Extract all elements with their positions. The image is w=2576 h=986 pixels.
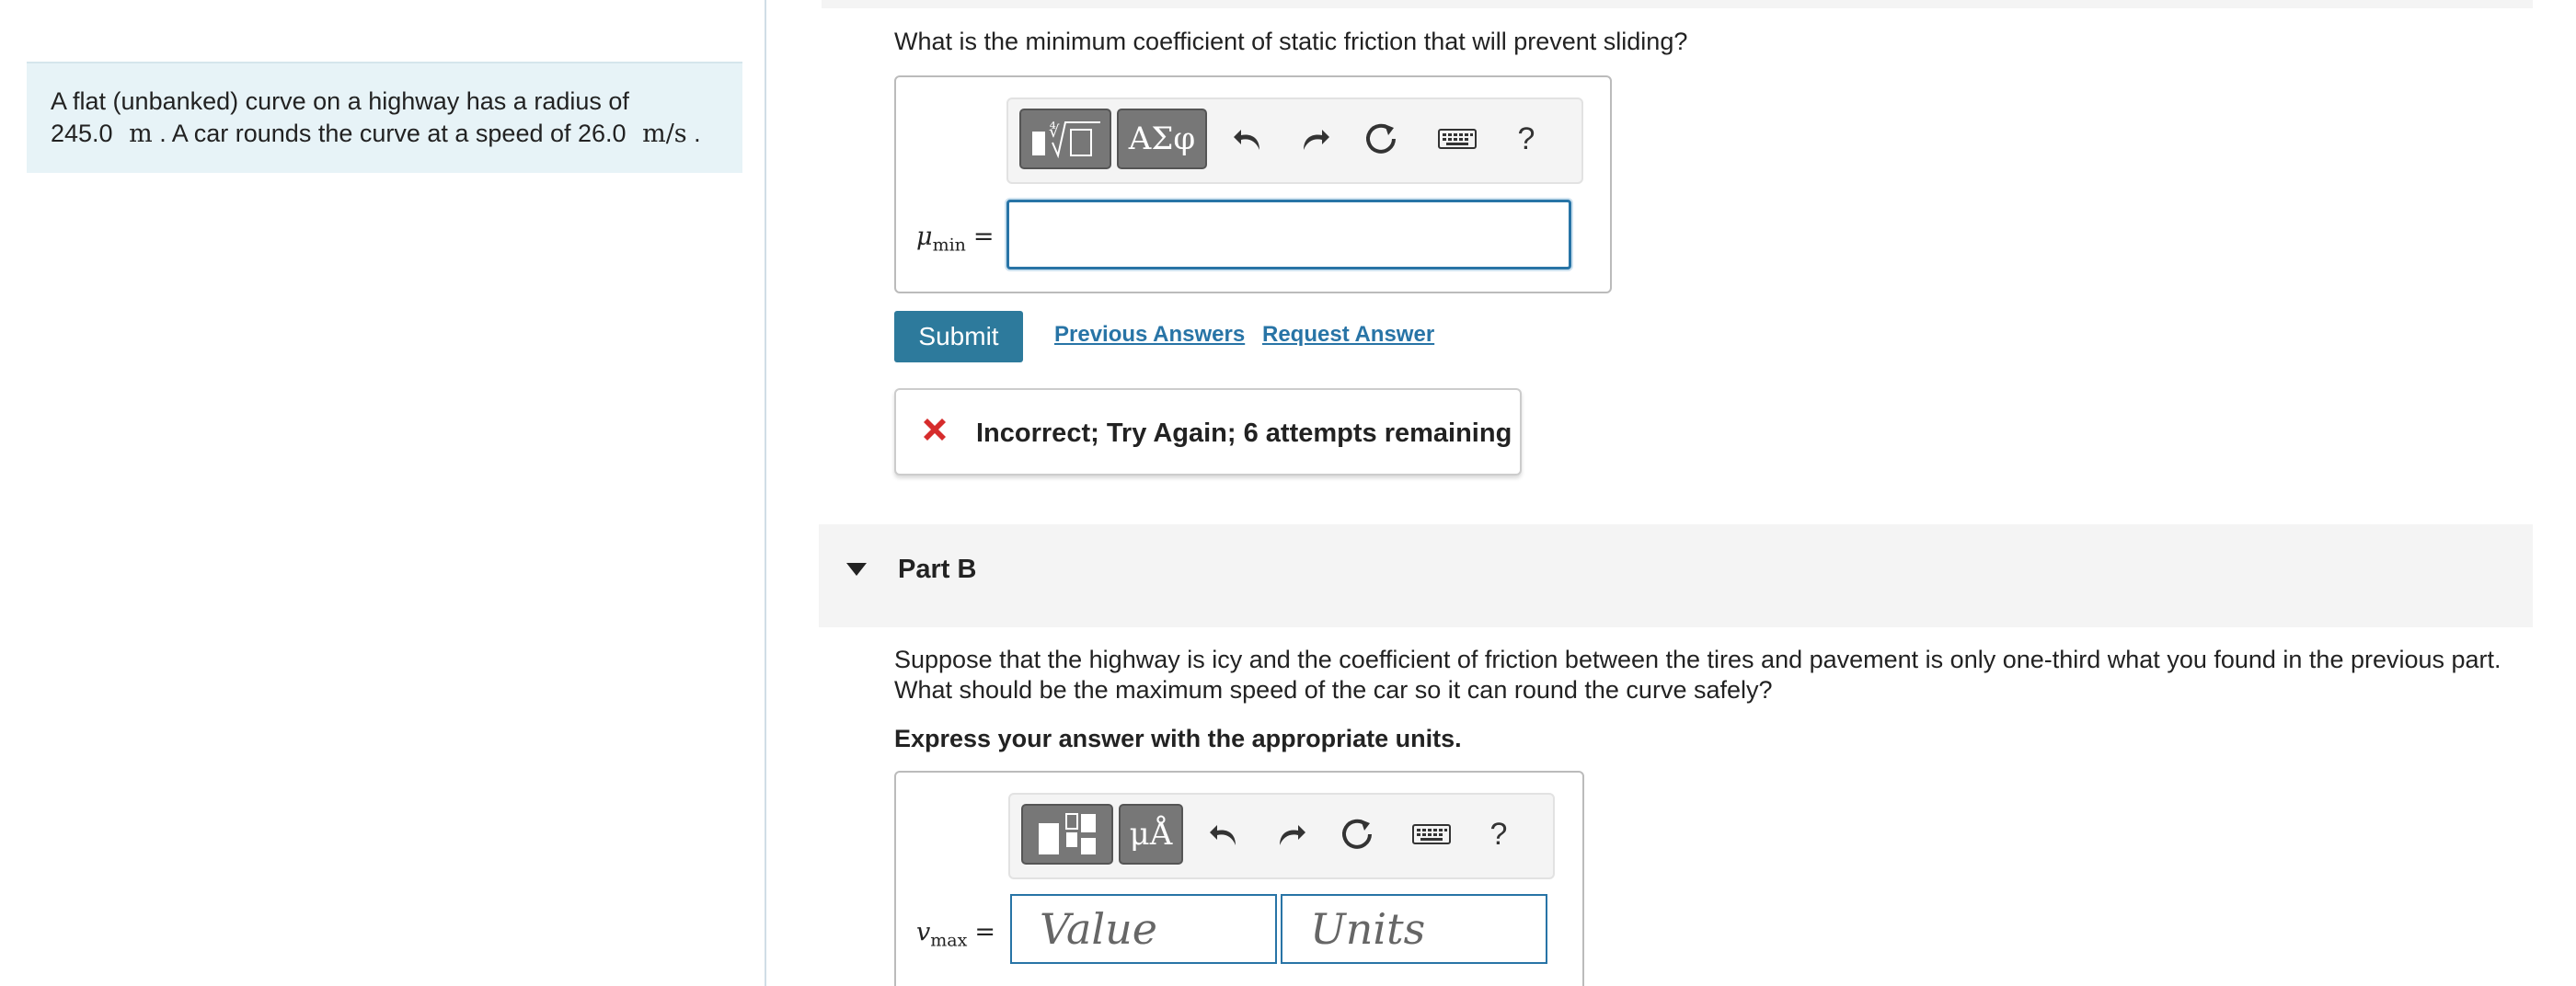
reset-icon[interactable] [1334, 808, 1380, 861]
problem-line2: . A car rounds the curve at a speed of [159, 120, 571, 147]
greek-symbols-label: ΑΣφ [1128, 120, 1196, 157]
equals-sign: = [974, 918, 995, 946]
undo-icon[interactable] [1202, 808, 1248, 861]
radius-value: 245.0 [51, 120, 113, 147]
speed-value: 26.0 [578, 120, 627, 147]
part-b-header[interactable]: Part B [819, 524, 2533, 627]
templates-button[interactable]: ∜ [1019, 109, 1111, 169]
problem-line1: A flat (unbanked) curve on a highway has… [51, 87, 629, 115]
v-subscript: max [930, 930, 968, 951]
v-max-label: vmax = [916, 918, 995, 950]
templates-icon: ∜ [1032, 121, 1100, 159]
help-label: ? [1489, 816, 1508, 852]
request-answer-link[interactable]: Request Answer [1262, 322, 1434, 348]
problem-line2-end: . [694, 120, 701, 147]
redo-icon[interactable] [1268, 808, 1314, 861]
part-b-answer-box: μÅ ? vmax = [894, 771, 1584, 986]
svg-text:∜: ∜ [1049, 121, 1060, 142]
feedback-message: Incorrect; Try Again; 6 attempts remaini… [976, 418, 1512, 448]
redo-icon[interactable] [1292, 112, 1338, 166]
units-button[interactable]: μÅ [1119, 804, 1183, 865]
part-a-toolbar: ∜ ΑΣφ ? [1006, 97, 1583, 184]
part-b-question: Suppose that the highway is icy and the … [894, 646, 2501, 704]
problem-pane: A flat (unbanked) curve on a highway has… [0, 0, 766, 986]
speed-unit: m/s [642, 120, 687, 148]
v-symbol: v [916, 918, 931, 946]
previous-answers-link[interactable]: Previous Answers [1054, 322, 1245, 348]
undo-icon[interactable] [1225, 112, 1271, 166]
keyboard-icon[interactable] [1404, 808, 1459, 861]
incorrect-icon [924, 418, 946, 441]
feedback-box: Incorrect; Try Again; 6 attempts remaini… [894, 388, 1522, 476]
part-b-toolbar: μÅ ? [1008, 793, 1555, 879]
help-button[interactable]: ? [1503, 112, 1549, 166]
reset-icon[interactable] [1358, 112, 1404, 166]
equals-sign: = [972, 223, 995, 251]
radius-unit: m [129, 120, 153, 148]
part-a-question: What is the minimum coefficient of stati… [894, 28, 1688, 55]
part-b-title: Part B [898, 555, 977, 584]
mu-subscript: min [932, 235, 966, 256]
units-input[interactable] [1281, 894, 1547, 964]
caret-down-icon [846, 563, 867, 576]
part-a-answer-box: ∜ ΑΣφ ? μmin = [894, 75, 1612, 293]
greek-symbols-button[interactable]: ΑΣφ [1117, 109, 1207, 169]
mu-symbol: μ [916, 223, 933, 251]
help-label: ? [1517, 120, 1535, 156]
value-input[interactable] [1010, 894, 1277, 964]
templates-button[interactable] [1021, 804, 1113, 865]
mu-min-input[interactable] [1006, 200, 1571, 269]
mu-min-label: μmin = [916, 223, 995, 255]
help-button[interactable]: ? [1476, 808, 1522, 861]
templates-icon [1039, 813, 1096, 854]
part-b-instruction: Express your answer with the appropriate… [894, 725, 1462, 752]
previous-part-strip [822, 0, 2533, 8]
submit-button[interactable]: Submit [894, 311, 1023, 362]
problem-statement: A flat (unbanked) curve on a highway has… [27, 62, 742, 173]
units-label: μÅ [1129, 816, 1173, 853]
keyboard-icon[interactable] [1430, 112, 1485, 166]
